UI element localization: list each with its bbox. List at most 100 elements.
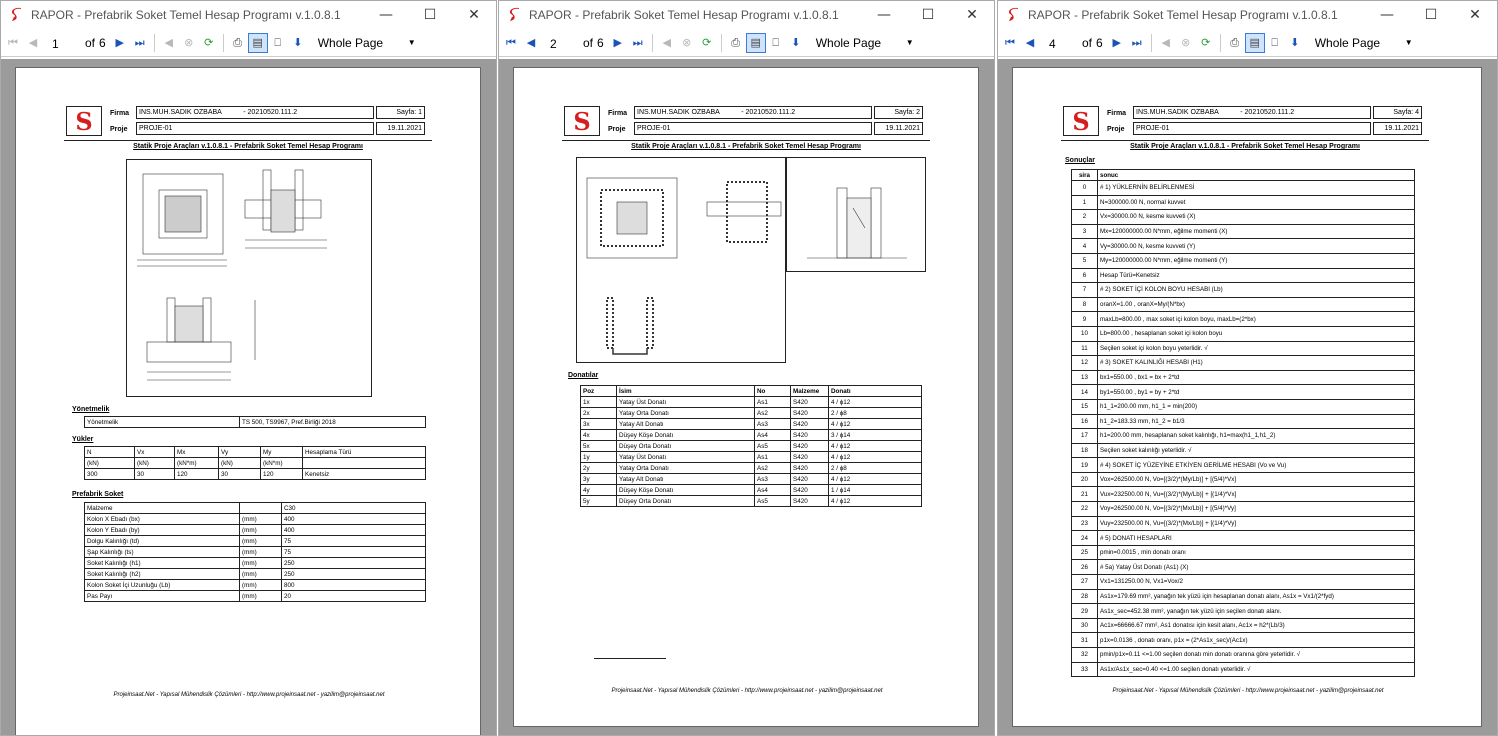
- table-row: 4x Düşey Köşe Donatı As4 S420 3 / ϕ14: [580, 429, 922, 441]
- print-icon[interactable]: ⎙: [1225, 33, 1245, 53]
- company-logo: S: [564, 106, 600, 136]
- print-layout-icon[interactable]: ▤: [1244, 32, 1265, 53]
- table-cell: As5: [754, 495, 791, 507]
- first-page-icon[interactable]: ⏮: [3, 33, 23, 53]
- table-header-row: sira sonuc: [1071, 169, 1415, 181]
- table-cell: Vy=30000.00 N, kesme kuvveti (Y): [1097, 238, 1415, 254]
- table-cell: Kenetsiz: [302, 468, 426, 480]
- table-cell: N=300000.00 N, normal kuvvet: [1097, 194, 1415, 211]
- zoom-select[interactable]: Whole Page ▼: [1309, 32, 1417, 54]
- page-footer: Projeinsaat.Net - Yapısal Mühendislik Çö…: [1112, 688, 1384, 694]
- prev-page-icon[interactable]: ◀: [1020, 33, 1040, 53]
- table-cell: My=120000000.00 N*mm, eğilme momenti (Y): [1097, 252, 1415, 269]
- stop-icon[interactable]: ⊗: [179, 33, 199, 53]
- minimize-button[interactable]: —: [364, 7, 408, 23]
- maximize-button[interactable]: ☐: [1409, 7, 1453, 23]
- page-number-input[interactable]: 1: [43, 32, 81, 53]
- refresh-icon[interactable]: ⟳: [1196, 33, 1216, 53]
- foundation-plan-svg: [137, 169, 327, 381]
- refresh-icon[interactable]: ⟳: [199, 33, 219, 53]
- table-cell: 32: [1071, 647, 1098, 663]
- refresh-icon[interactable]: ⟳: [697, 33, 717, 53]
- signature-line: [594, 658, 666, 659]
- chevron-down-icon: ▼: [407, 37, 416, 47]
- page-number-input[interactable]: 4: [1040, 32, 1078, 53]
- first-page-icon[interactable]: ⏮: [501, 33, 521, 53]
- column-header: İsim: [616, 385, 755, 397]
- table-cell: As1: [754, 396, 791, 408]
- back-icon[interactable]: ◀: [1156, 33, 1176, 53]
- table-row: Yönetmelik TS 500, TS9967, Pref.Birliği …: [84, 416, 426, 428]
- last-page-icon[interactable]: ⏭: [1127, 33, 1147, 53]
- table-row: 3y Yatay Alt Donatı As3 S420 4 / ϕ12: [580, 473, 922, 485]
- page-label: Sayfa: 1: [376, 106, 425, 119]
- print-layout-icon[interactable]: ▤: [745, 32, 766, 53]
- table-cell: My: [260, 446, 303, 458]
- stop-icon[interactable]: ⊗: [677, 33, 697, 53]
- report-toolbar: ⏮ ◀ 4 of 6 ▶ ⏭ ◀ ⊗ ⟳ ⎙ ▤ ⎕ ⬇ Whole Page ▼: [998, 29, 1497, 57]
- table-cell: 800: [281, 579, 426, 591]
- table-cell: As3: [754, 418, 791, 430]
- page-footer: Projeinsaat.Net - Yapısal Mühendislik Çö…: [113, 692, 385, 698]
- back-icon[interactable]: ◀: [159, 33, 179, 53]
- export-icon[interactable]: ⬇: [786, 33, 806, 53]
- table-cell: h1_1=200.00 mm, h1_1 = min(200): [1097, 398, 1415, 415]
- table-row: 28 As1x=179.69 mm², yanağın tek yüzü için…: [1071, 588, 1415, 605]
- proje-label: Proje: [110, 126, 128, 133]
- print-layout-icon[interactable]: ▤: [247, 32, 268, 53]
- back-icon[interactable]: ◀: [657, 33, 677, 53]
- export-icon[interactable]: ⬇: [288, 33, 308, 53]
- zoom-select[interactable]: Whole Page ▼: [810, 32, 918, 54]
- print-icon[interactable]: ⎙: [726, 33, 746, 53]
- table-row: 4y Düşey Köşe Donatı As4 S420 1 / ϕ14: [580, 484, 922, 496]
- next-page-icon[interactable]: ▶: [608, 33, 628, 53]
- next-page-icon[interactable]: ▶: [1107, 33, 1127, 53]
- table-row: 0 # 1) YÜKLERNİN BELİRLENMESİ: [1071, 180, 1415, 196]
- page-setup-icon[interactable]: ⎕: [268, 33, 288, 53]
- report-viewer[interactable]: S Firma Proje INS.MUH.SADIK OZBABA - 202…: [998, 59, 1497, 735]
- table-row: 29 As1x_sec=452.38 mm², yanağın tek yüzü …: [1071, 603, 1415, 619]
- table-cell: pmin/p1x=0.11 <=1.00 seçilen donatı min …: [1097, 647, 1415, 663]
- stop-icon[interactable]: ⊗: [1176, 33, 1196, 53]
- table-row: Kolon Y Ebadı (by) (mm) 400: [84, 524, 426, 536]
- table-row: 6 Hesap Türü=Kenetsiz: [1071, 267, 1415, 284]
- table-cell: Düşey Orta Donatı: [616, 440, 755, 452]
- table-cell: 30: [218, 468, 261, 480]
- close-button[interactable]: ✕: [1453, 7, 1497, 23]
- report-viewer[interactable]: S Firma Proje INS.MUH.SADIK OZBABA - 202…: [499, 59, 994, 735]
- next-page-icon[interactable]: ▶: [110, 33, 130, 53]
- table-cell: 2y: [580, 462, 617, 474]
- print-icon[interactable]: ⎙: [228, 33, 248, 53]
- table-cell: # 3) SOKET KALINLIĞI HESABI (H1): [1097, 355, 1415, 371]
- table-cell: 33: [1071, 661, 1098, 678]
- table-cell: maxLb=800.00 , max soket içi kolon boyu,…: [1097, 311, 1415, 327]
- page-setup-icon[interactable]: ⎕: [1265, 33, 1285, 53]
- first-page-icon[interactable]: ⏮: [1000, 33, 1020, 53]
- table-cell: As2: [754, 407, 791, 419]
- toolbar-separator: [1150, 33, 1152, 52]
- zoom-select[interactable]: Whole Page ▼: [312, 32, 420, 54]
- table-cell: 120: [260, 468, 303, 480]
- prev-page-icon[interactable]: ◀: [23, 33, 43, 53]
- maximize-button[interactable]: ☐: [408, 7, 452, 23]
- table-cell: 5y: [580, 495, 617, 507]
- minimize-button[interactable]: —: [1365, 7, 1409, 23]
- last-page-icon[interactable]: ⏭: [628, 33, 648, 53]
- page-number-input[interactable]: 2: [541, 32, 579, 53]
- table-row: 12 # 3) SOKET KALINLIĞI HESABI (H1): [1071, 355, 1415, 371]
- maximize-button[interactable]: ☐: [906, 7, 950, 23]
- page-setup-icon[interactable]: ⎕: [766, 33, 786, 53]
- table-cell: 4 / ϕ12: [828, 495, 922, 507]
- table-row: 27 Vx1=131250.00 N, Vx1=Vox/2: [1071, 574, 1415, 590]
- table-cell: S420: [790, 440, 829, 452]
- report-viewer[interactable]: S Firma Proje INS.MUH.SADIK OZBABA - 202…: [1, 59, 496, 735]
- prev-page-icon[interactable]: ◀: [521, 33, 541, 53]
- window-title: RAPOR - Prefabrik Soket Temel Hesap Prog…: [529, 8, 839, 22]
- minimize-button[interactable]: —: [862, 7, 906, 23]
- close-button[interactable]: ✕: [452, 7, 496, 23]
- table-row: 16 h1_2=183.33 mm, h1_2 = b1/3: [1071, 413, 1415, 430]
- close-button[interactable]: ✕: [950, 7, 994, 23]
- last-page-icon[interactable]: ⏭: [130, 33, 150, 53]
- table-cell: 5x: [580, 440, 617, 452]
- export-icon[interactable]: ⬇: [1285, 33, 1305, 53]
